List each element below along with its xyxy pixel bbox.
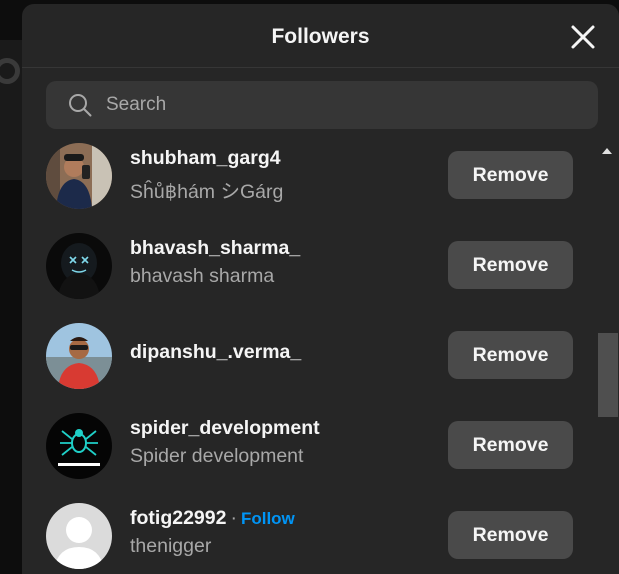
search-box [46, 81, 598, 129]
close-icon[interactable] [569, 23, 597, 51]
search-input[interactable] [106, 81, 576, 129]
avatar[interactable] [46, 143, 112, 209]
follower-row: spider_development Spider development Re… [22, 405, 596, 495]
remove-button[interactable]: Remove [448, 511, 573, 559]
scroll-up-arrow-icon[interactable] [602, 148, 612, 154]
follower-full-name: Spider development [130, 445, 304, 467]
follower-username[interactable]: spider_development [130, 417, 320, 440]
follower-full-name: Sĥů฿hám シGárg [130, 181, 284, 203]
avatar[interactable] [46, 323, 112, 389]
follower-username[interactable]: fotig22992 [130, 507, 226, 529]
search-icon [69, 94, 92, 117]
scrollbar[interactable] [596, 140, 619, 574]
remove-button[interactable]: Remove [448, 331, 573, 379]
follower-row: bhavash_sharma_ bhavash sharma Remove [22, 225, 596, 315]
separator-dot: · [230, 507, 237, 529]
avatar[interactable] [46, 413, 112, 479]
remove-button[interactable]: Remove [448, 151, 573, 199]
avatar[interactable] [46, 503, 112, 569]
follower-row: shubham_garg4 Sĥů฿hám シGárg Remove [22, 135, 596, 225]
follower-username[interactable]: dipanshu_.verma_ [130, 341, 301, 364]
follower-username-line: fotig22992 · Follow [130, 507, 295, 530]
follower-row: fotig22992 · Follow thenigger Remove [22, 495, 596, 574]
follow-link[interactable]: Follow [241, 509, 295, 528]
avatar[interactable] [46, 233, 112, 299]
followers-list: shubham_garg4 Sĥů฿hám シGárg Remove bhava… [22, 135, 596, 574]
follower-row: dipanshu_.verma_ Remove [22, 315, 596, 405]
follower-username[interactable]: shubham_garg4 [130, 147, 281, 170]
dialog-header: Followers [22, 4, 619, 68]
remove-button[interactable]: Remove [448, 421, 573, 469]
dialog-title: Followers [271, 25, 370, 48]
remove-button[interactable]: Remove [448, 241, 573, 289]
follower-username[interactable]: bhavash_sharma_ [130, 237, 300, 260]
followers-dialog: Followers shubham_garg4 Sĥů฿hám シGárg [22, 4, 619, 574]
scrollbar-thumb[interactable] [598, 333, 618, 417]
follower-full-name: thenigger [130, 535, 212, 557]
follower-full-name: bhavash sharma [130, 265, 275, 287]
